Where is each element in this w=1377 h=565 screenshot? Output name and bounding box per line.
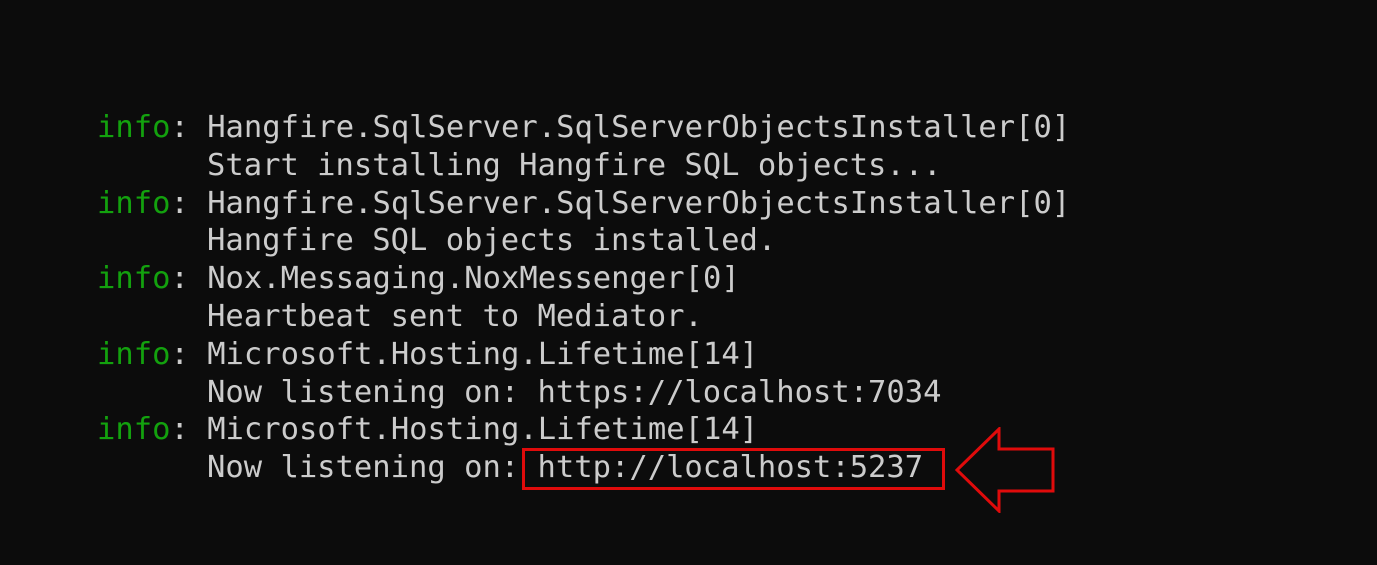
log-entry-message: Hangfire SQL objects installed. (97, 222, 1070, 260)
log-entry-header: info: Nox.Messaging.NoxMessenger[0] (97, 260, 1070, 298)
log-separator: : (170, 185, 208, 221)
log-entry-message: Now listening on: http://localhost:5237 (97, 448, 1070, 491)
log-message-prefix: Now listening on: (207, 450, 538, 486)
log-message: Hangfire SQL objects installed. (207, 223, 777, 259)
left-arrow-outline-icon (954, 427, 1055, 513)
log-separator: : (170, 412, 208, 448)
log-output: info: Hangfire.SqlServer.SqlServerObject… (97, 109, 1070, 491)
terminal-window: info: Hangfire.SqlServer.SqlServerObject… (0, 0, 1377, 565)
highlight-box (521, 448, 945, 491)
log-message: Heartbeat sent to Mediator. (207, 298, 703, 334)
highlighted-url[interactable]: http://localhost:5237 (521, 448, 945, 491)
log-category: Nox.Messaging.NoxMessenger[0] (207, 261, 740, 297)
log-entry-message: Heartbeat sent to Mediator. (97, 298, 1070, 336)
log-level: info (97, 261, 171, 297)
log-message: Now listening on: https://localhost:7034 (207, 374, 942, 410)
log-level: info (97, 110, 171, 145)
log-separator: : (170, 336, 208, 372)
log-message: Start installing Hangfire SQL objects... (207, 147, 942, 183)
log-level: info (97, 336, 171, 372)
arrow-shape (954, 427, 1055, 513)
log-level: info (97, 412, 171, 448)
log-separator: : (170, 110, 208, 145)
log-level: info (97, 185, 171, 221)
log-category: Microsoft.Hosting.Lifetime[14] (207, 412, 759, 448)
log-category: Microsoft.Hosting.Lifetime[14] (207, 336, 759, 372)
log-entry-message: Now listening on: https://localhost:7034 (97, 374, 1070, 412)
log-separator: : (170, 261, 208, 297)
log-entry-header: info: Hangfire.SqlServer.SqlServerObject… (97, 109, 1070, 147)
log-category: Hangfire.SqlServer.SqlServerObjectsInsta… (207, 110, 1071, 145)
log-entry-header: info: Hangfire.SqlServer.SqlServerObject… (97, 185, 1070, 223)
log-entry-header: info: Microsoft.Hosting.Lifetime[14] (97, 336, 1070, 374)
log-entry-header: info: Microsoft.Hosting.Lifetime[14] (97, 411, 1070, 449)
log-entry-message: Start installing Hangfire SQL objects... (97, 147, 1070, 185)
log-category: Hangfire.SqlServer.SqlServerObjectsInsta… (207, 185, 1071, 221)
